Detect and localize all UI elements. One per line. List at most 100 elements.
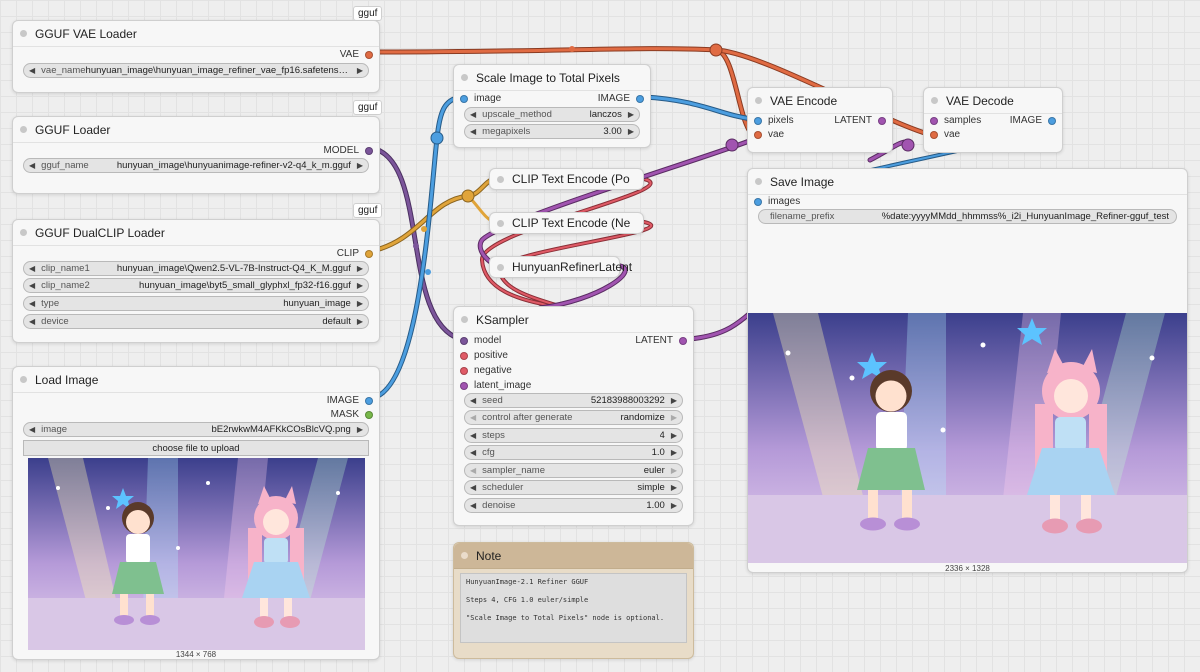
slot-dot[interactable]: [878, 116, 886, 125]
node-header[interactable]: Scale Image to Total Pixels: [454, 65, 650, 91]
collapse-dot[interactable]: [20, 229, 27, 236]
widget-upscale-method[interactable]: ◀ upscale_method lanczos ▶: [464, 107, 640, 122]
slot-dot[interactable]: [365, 249, 373, 258]
node-clip-text-encode-negative[interactable]: CLIP Text Encode (Ne: [489, 212, 644, 234]
node-note[interactable]: Note HunyuanImage-2.1 Refiner GGUF Steps…: [453, 542, 694, 659]
widget-sampler-name[interactable]: ◀ sampler_name euler ▶: [464, 463, 683, 478]
widget-clip-name1[interactable]: ◀ clip_name1 hunyuan_image\Qwen2.5-VL-7B…: [23, 261, 369, 276]
note-textarea[interactable]: HunyuanImage-2.1 Refiner GGUF Steps 4, C…: [460, 573, 687, 643]
output-slot-clip[interactable]: CLIP: [337, 248, 373, 259]
arrow-left-icon[interactable]: ◀: [470, 501, 476, 510]
slot-dot[interactable]: [460, 366, 468, 375]
widget-cfg[interactable]: ◀ cfg 1.0 ▶: [464, 445, 683, 460]
input-slot-positive[interactable]: positive: [460, 350, 508, 361]
collapse-dot[interactable]: [461, 316, 468, 323]
node-header[interactable]: VAE Encode: [748, 88, 892, 114]
node-header[interactable]: KSampler: [454, 307, 693, 333]
arrow-left-icon[interactable]: ◀: [29, 66, 35, 75]
node-hunyuan-refiner-latent[interactable]: HunyuanRefinerLatent: [489, 256, 632, 278]
input-slot-image[interactable]: image: [460, 93, 501, 104]
widget-control-after-generate[interactable]: ◀ control after generate randomize ▶: [464, 410, 683, 425]
node-header[interactable]: Load Image: [13, 367, 379, 393]
output-slot-mask[interactable]: MASK: [331, 409, 373, 420]
arrow-right-icon[interactable]: ▶: [628, 127, 634, 136]
arrow-left-icon[interactable]: ◀: [470, 483, 476, 492]
widget-megapixels[interactable]: ◀ megapixels 3.00 ▶: [464, 124, 640, 139]
node-header[interactable]: GGUF VAE Loader: [13, 21, 379, 47]
arrow-right-icon[interactable]: ▶: [671, 396, 677, 405]
arrow-left-icon[interactable]: ◀: [470, 466, 476, 475]
collapse-dot[interactable]: [20, 376, 27, 383]
collapse-dot[interactable]: [497, 263, 504, 271]
widget-seed[interactable]: ◀ seed 52183988003292 ▶: [464, 393, 683, 408]
node-vae-decode[interactable]: VAE Decode samples vae IMAGE: [923, 87, 1063, 153]
widget-vae-name[interactable]: ◀ vae_name hunyuan_image\hunyuan_image_r…: [23, 63, 369, 78]
arrow-left-icon[interactable]: ◀: [470, 448, 476, 457]
collapse-dot[interactable]: [497, 219, 504, 227]
node-header[interactable]: VAE Decode: [924, 88, 1062, 114]
input-slot-latent-image[interactable]: latent_image: [460, 380, 531, 391]
input-slot-vae[interactable]: vae: [930, 129, 960, 140]
reroute-latent-decode[interactable]: [901, 138, 915, 152]
arrow-right-icon[interactable]: ▶: [671, 413, 677, 422]
node-header[interactable]: GGUF Loader: [13, 117, 379, 143]
reroute-latent[interactable]: [725, 138, 739, 152]
arrow-left-icon[interactable]: ◀: [29, 161, 35, 170]
arrow-left-icon[interactable]: ◀: [470, 431, 476, 440]
node-header[interactable]: Note: [454, 543, 693, 569]
input-slot-pixels[interactable]: pixels: [754, 115, 794, 126]
slot-dot[interactable]: [754, 116, 762, 125]
input-slot-vae[interactable]: vae: [754, 129, 784, 140]
output-slot-image[interactable]: IMAGE: [327, 395, 373, 406]
arrow-left-icon[interactable]: ◀: [470, 127, 476, 136]
arrow-right-icon[interactable]: ▶: [357, 299, 363, 308]
slot-dot[interactable]: [754, 197, 762, 206]
node-gguf-dualclip-loader[interactable]: GGUF DualCLIP Loader CLIP ◀ clip_name1 h…: [12, 219, 380, 343]
slot-dot[interactable]: [930, 130, 938, 139]
collapse-dot[interactable]: [461, 552, 468, 559]
node-clip-text-encode-positive[interactable]: CLIP Text Encode (Po: [489, 168, 644, 190]
slot-dot[interactable]: [679, 336, 687, 345]
arrow-right-icon[interactable]: ▶: [671, 483, 677, 492]
arrow-right-icon[interactable]: ▶: [671, 431, 677, 440]
slot-dot[interactable]: [636, 94, 644, 103]
slot-dot[interactable]: [754, 130, 762, 139]
slot-dot[interactable]: [460, 381, 468, 390]
slot-dot[interactable]: [460, 351, 468, 360]
node-header[interactable]: CLIP Text Encode (Ne: [490, 213, 643, 233]
widget-denoise[interactable]: ◀ denoise 1.00 ▶: [464, 498, 683, 513]
reroute-clip[interactable]: [461, 189, 475, 203]
arrow-left-icon[interactable]: ◀: [29, 425, 35, 434]
output-slot-latent[interactable]: LATENT: [834, 115, 886, 126]
collapse-dot[interactable]: [755, 97, 762, 104]
arrow-right-icon[interactable]: ▶: [671, 466, 677, 475]
widget-image[interactable]: ◀ image bE2rwkwM4AFKkCOsBlcVQ.png ▶: [23, 422, 369, 437]
arrow-right-icon[interactable]: ▶: [357, 317, 363, 326]
slot-dot[interactable]: [365, 146, 373, 155]
input-slot-samples[interactable]: samples: [930, 115, 981, 126]
slot-dot[interactable]: [365, 410, 373, 419]
node-load-image[interactable]: Load Image IMAGE MASK ◀ image bE2rwkwM4A…: [12, 366, 380, 660]
node-save-image[interactable]: Save Image images filename_prefix %date:…: [747, 168, 1188, 573]
input-slot-model[interactable]: model: [460, 335, 501, 346]
input-slot-negative[interactable]: negative: [460, 365, 512, 376]
widget-clip-name2[interactable]: ◀ clip_name2 hunyuan_image\byt5_small_gl…: [23, 278, 369, 293]
node-vae-encode[interactable]: VAE Encode pixels vae LATENT: [747, 87, 893, 153]
output-slot-model[interactable]: MODEL: [323, 145, 373, 156]
arrow-left-icon[interactable]: ◀: [29, 281, 35, 290]
collapse-dot[interactable]: [931, 97, 938, 104]
widget-type[interactable]: ◀ type hunyuan_image ▶: [23, 296, 369, 311]
slot-dot[interactable]: [930, 116, 938, 125]
node-header[interactable]: HunyuanRefinerLatent: [490, 257, 632, 277]
collapse-dot[interactable]: [461, 74, 468, 81]
upload-button[interactable]: choose file to upload: [23, 440, 369, 456]
node-gguf-vae-loader[interactable]: GGUF VAE Loader VAE ◀ vae_name hunyuan_i…: [12, 20, 380, 93]
node-header[interactable]: Save Image: [748, 169, 1187, 195]
slot-dot[interactable]: [1048, 116, 1056, 125]
widget-filename-prefix[interactable]: filename_prefix %date:yyyyMMdd_hhmmss%_i…: [758, 209, 1177, 224]
widget-scheduler[interactable]: ◀ scheduler simple ▶: [464, 480, 683, 495]
slot-dot[interactable]: [460, 94, 468, 103]
input-slot-images[interactable]: images: [754, 196, 800, 207]
arrow-right-icon[interactable]: ▶: [357, 161, 363, 170]
arrow-left-icon[interactable]: ◀: [470, 110, 476, 119]
